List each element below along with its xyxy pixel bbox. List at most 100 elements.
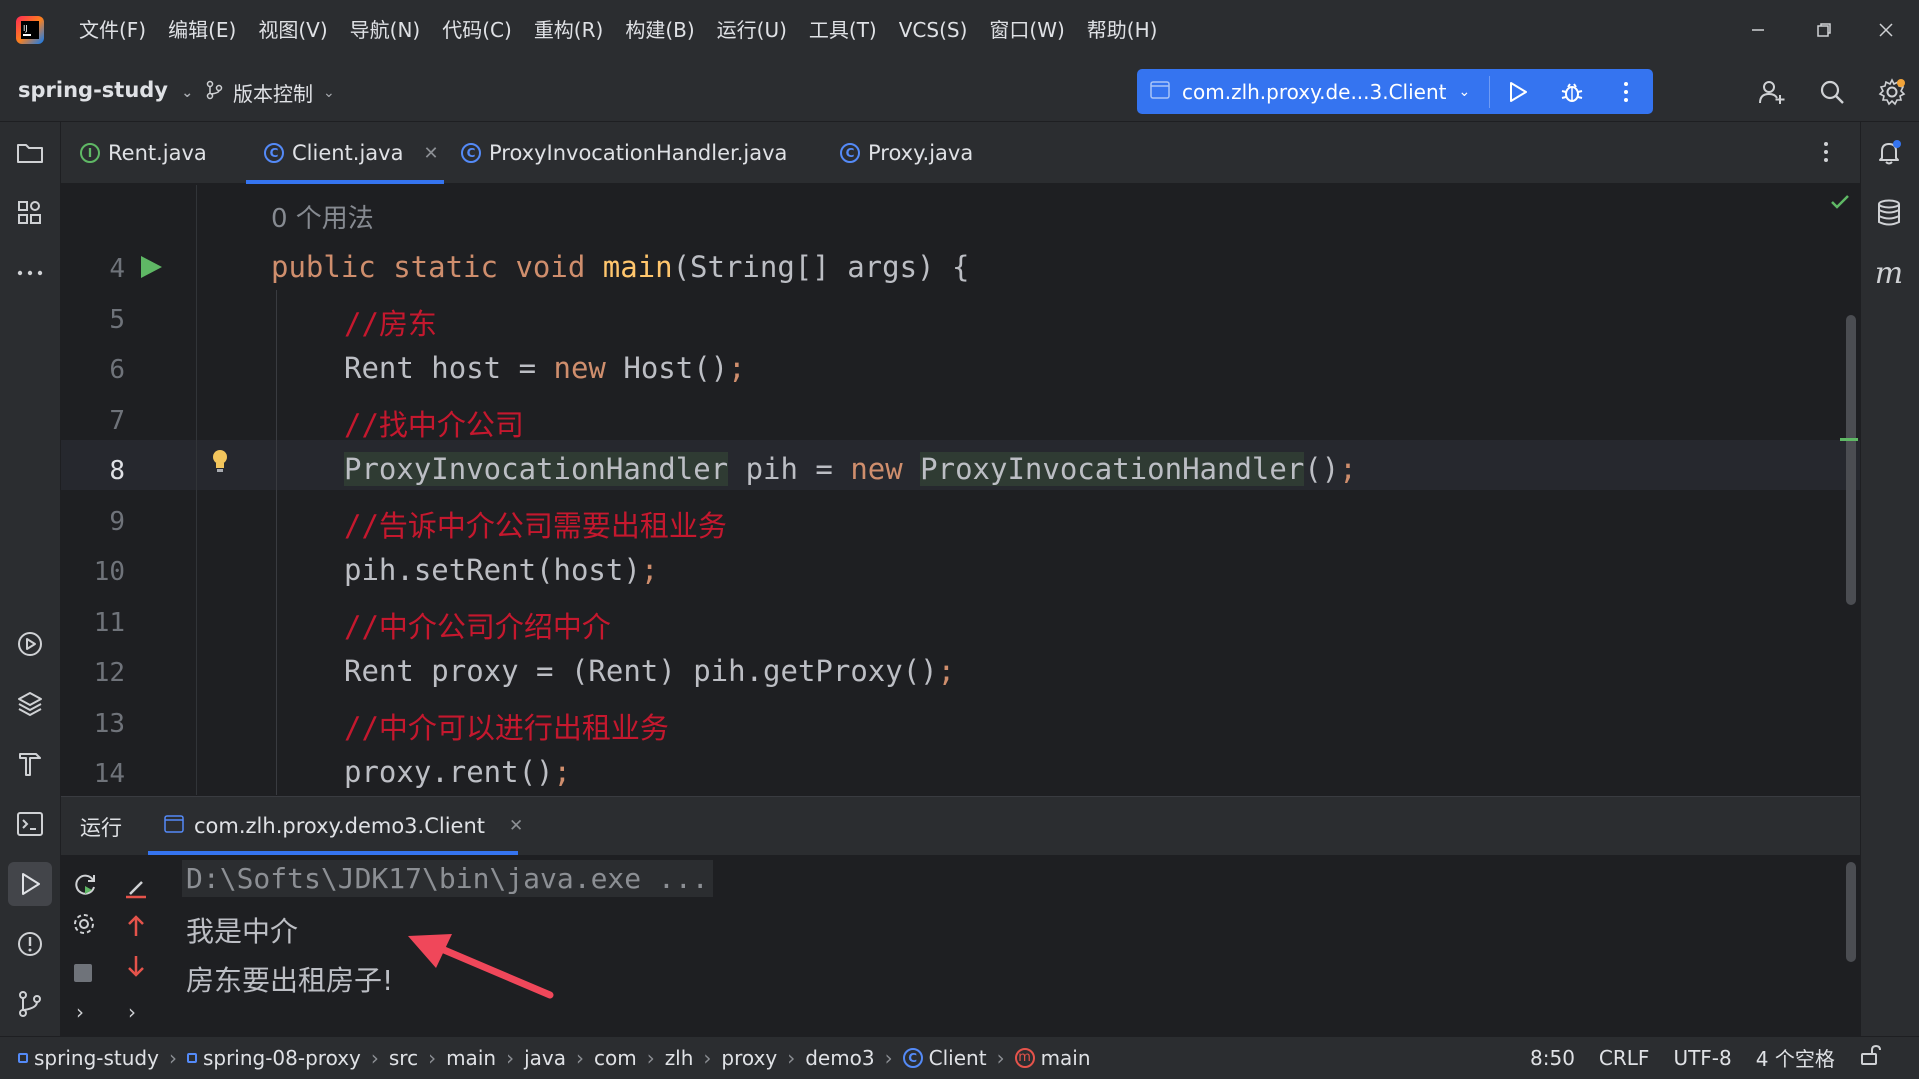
breadcrumb-item[interactable]: src [389, 1046, 418, 1070]
vcs-widget[interactable]: 版本控制 ⌄ [205, 78, 335, 107]
expand-icon[interactable]: › [128, 1000, 136, 1024]
project-folder-icon[interactable] [8, 131, 52, 175]
code-token: //告诉中介公司需要出租业务 [344, 508, 727, 543]
menu-item[interactable]: 运行(U) [706, 0, 798, 60]
file-encoding[interactable]: UTF-8 [1673, 1046, 1731, 1070]
menu-item[interactable]: 工具(T) [798, 0, 888, 60]
menu-item[interactable]: 文件(F) [68, 0, 157, 60]
expand-icon[interactable]: › [76, 1000, 84, 1024]
line-number: 7 [109, 405, 125, 436]
code-line[interactable]: //房东 [344, 301, 437, 343]
structure-icon[interactable] [8, 191, 52, 235]
code-line[interactable]: pih.setRent(host); [344, 553, 658, 587]
run-tab-client[interactable]: com.zlh.proxy.demo3.Client ✕ [164, 797, 523, 855]
breadcrumb-item[interactable]: java [524, 1046, 566, 1070]
terminal-icon[interactable] [8, 802, 52, 846]
debug-icon[interactable] [1552, 72, 1592, 112]
settings-icon[interactable] [1872, 72, 1912, 112]
menu-item[interactable]: 重构(R) [523, 0, 615, 60]
run-config-selector[interactable]: com.zlh.proxy.de...3.Client ⌄ [1150, 69, 1470, 114]
database-icon[interactable] [1867, 191, 1911, 235]
line-number: 6 [109, 355, 125, 385]
tabs-more-icon[interactable] [1822, 138, 1830, 170]
run-icon[interactable] [1498, 72, 1538, 112]
indent-setting[interactable]: 4 个空格 [1756, 1043, 1835, 1072]
more-tools-icon[interactable] [8, 251, 52, 295]
intellij-logo-icon[interactable]: IJ [14, 14, 46, 46]
run-tool-icon[interactable] [8, 862, 52, 906]
active-run-tab-indicator [148, 851, 518, 855]
breadcrumb-item[interactable]: spring-study [18, 1046, 159, 1070]
code-line[interactable]: Rent host = new Host(); [344, 351, 746, 385]
restore-icon[interactable] [1791, 0, 1857, 60]
code-line[interactable]: proxy.rent(); [344, 755, 571, 789]
breadcrumb-label: proxy [721, 1045, 778, 1070]
lock-icon[interactable] [1859, 1044, 1881, 1071]
notifications-icon[interactable] [1867, 131, 1911, 175]
console-scrollbar[interactable] [1846, 862, 1856, 962]
editor-scrollbar[interactable] [1846, 315, 1856, 605]
arrow-down-icon[interactable] [126, 954, 146, 982]
menu-item[interactable]: 视图(V) [247, 0, 338, 60]
breadcrumb-separator: › [703, 1045, 712, 1070]
code-line[interactable]: ProxyInvocationHandler pih = new ProxyIn… [344, 452, 1357, 486]
build-hammer-icon[interactable] [8, 742, 52, 786]
minimize-icon[interactable] [1725, 0, 1791, 60]
tab-client-java[interactable]: C Client.java ✕ [264, 122, 439, 184]
project-selector[interactable]: spring-study ⌄ [18, 78, 193, 102]
menu-item[interactable]: 帮助(H) [1076, 0, 1169, 60]
run-gutter-icon[interactable] [138, 254, 164, 284]
code-line[interactable]: //找中介公司 [344, 402, 524, 444]
run-panel-title: 运行 [80, 816, 122, 840]
close-tab-icon[interactable]: ✕ [423, 143, 438, 164]
git-icon[interactable] [8, 982, 52, 1026]
code-line[interactable]: Rent proxy = (Rent) pih.getProxy(); [344, 654, 955, 688]
close-run-tab-icon[interactable]: ✕ [509, 816, 523, 836]
menu-item[interactable]: 构建(B) [614, 0, 705, 60]
code-token: //找中介公司 [344, 407, 524, 442]
breadcrumb-separator: › [884, 1045, 893, 1070]
rerun-icon[interactable] [72, 872, 98, 902]
breadcrumb-item[interactable]: spring-08-proxy [186, 1046, 361, 1070]
lightbulb-icon[interactable] [209, 447, 231, 479]
breadcrumb-item[interactable]: demo3 [805, 1046, 874, 1070]
breadcrumb-item[interactable]: main [446, 1046, 496, 1070]
breadcrumb-item[interactable]: zlh [665, 1046, 694, 1070]
code-token: (String[] args) { [672, 250, 970, 284]
arrow-up-icon[interactable] [126, 914, 146, 942]
maven-icon[interactable]: m [1867, 251, 1911, 295]
tab-proxy-invocation-handler-java[interactable]: C ProxyInvocationHandler.java [461, 122, 787, 184]
menu-item[interactable]: 窗口(W) [978, 0, 1075, 60]
menu-item[interactable]: VCS(S) [888, 0, 979, 60]
layers-icon[interactable] [8, 682, 52, 726]
code-line[interactable]: //中介可以进行出租业务 [344, 705, 669, 747]
line-separator[interactable]: CRLF [1599, 1046, 1650, 1070]
add-user-icon[interactable] [1752, 72, 1792, 112]
clear-console-icon[interactable] [124, 876, 148, 904]
divider [1489, 76, 1490, 108]
menu-item[interactable]: 导航(N) [339, 0, 432, 60]
tab-label: Client.java [292, 141, 404, 165]
code-line[interactable]: //中介公司介绍中介 [344, 604, 611, 646]
more-actions-icon[interactable] [1606, 72, 1646, 112]
line-number: 13 [93, 708, 125, 739]
line-number: 11 [93, 607, 125, 638]
tab-rent-java[interactable]: I Rent.java [80, 122, 207, 184]
menu-item[interactable]: 代码(C) [431, 0, 523, 60]
close-window-icon[interactable] [1853, 0, 1919, 60]
run-settings-icon[interactable] [72, 912, 96, 940]
stop-icon[interactable] [74, 964, 92, 982]
menu-item[interactable]: 编辑(E) [157, 0, 247, 60]
console-command-line: D:\Softs\JDK17\bin\java.exe ... [182, 860, 713, 897]
problems-icon[interactable] [8, 922, 52, 966]
breadcrumb-item[interactable]: m main [1014, 1046, 1091, 1070]
services-icon[interactable] [8, 622, 52, 666]
code-line[interactable]: public static void main(String[] args) { [271, 250, 969, 284]
breadcrumb-item[interactable]: proxy [721, 1046, 777, 1070]
breadcrumb-item[interactable]: C Client [902, 1046, 987, 1070]
code-line[interactable]: //告诉中介公司需要出租业务 [344, 503, 727, 545]
search-icon[interactable] [1812, 72, 1852, 112]
tab-proxy-java[interactable]: C Proxy.java [840, 122, 973, 184]
breadcrumb-item[interactable]: com [594, 1046, 637, 1070]
caret-position[interactable]: 8:50 [1530, 1046, 1575, 1070]
